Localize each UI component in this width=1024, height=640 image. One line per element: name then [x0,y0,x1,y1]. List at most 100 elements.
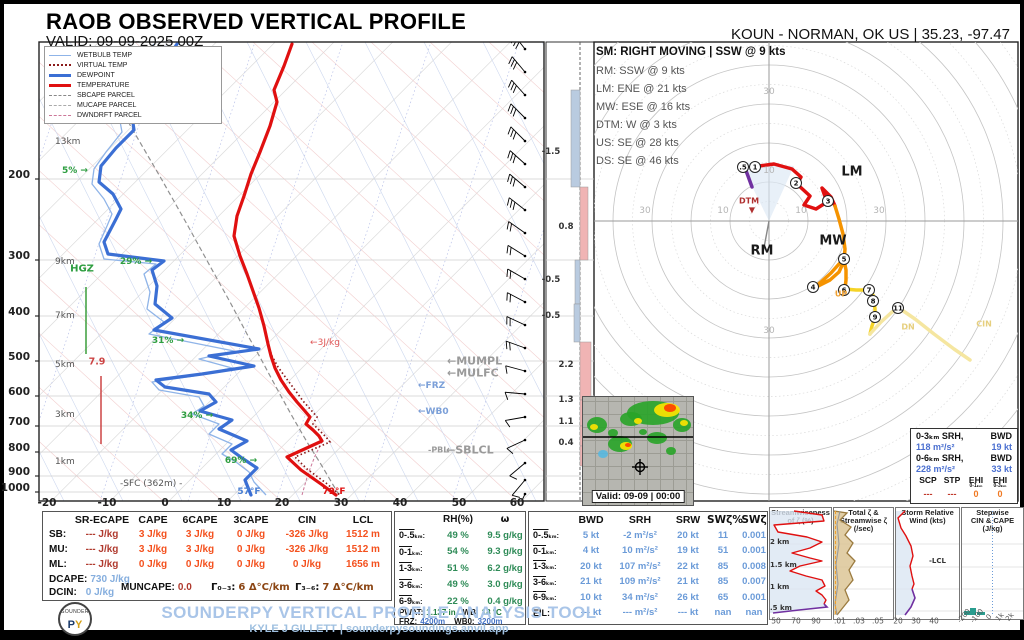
col-header: CIN [277,514,337,526]
chart-label: 10 [717,206,728,216]
legend-row: DWNDRFT PARCEL [49,110,217,120]
table-row: 1-3ₖₘ: 20 kt 107 m²/s² 22 kt 85 0.008 [529,559,767,575]
chart-label: .01 [834,617,846,626]
dcin-row: DCIN: 0 J/kg [49,587,114,598]
chart-label: -LCL [929,557,946,565]
temperature-line-icon [49,84,71,87]
virtual-line-icon [49,64,71,66]
table-row: 3-6ₖₘ: 21 kt 109 m²/s² 21 kt 85 0.007 [529,574,767,590]
dwndrft-line-icon [49,115,71,116]
table-row-ml: ML: --- J/kg 0 J/kg 0 J/kg 0 J/kg 0 J/kg… [43,557,391,572]
chart-label: 3km [55,410,75,420]
wetbulb-line-icon [49,55,71,56]
legend-row: TEMPERATURE [49,80,217,90]
chart-label: MW [819,234,846,249]
dewpoint-line-icon [49,74,71,77]
stp-col: STP--- [940,476,964,499]
chart-label: 31% → [152,336,184,346]
chart-label: 2.2 [558,360,573,370]
svg-text:5: 5 [842,255,847,263]
page-title: RAOB OBSERVED VERTICAL PROFILE [46,9,466,35]
legend-label: VIRTUAL TEMP [77,62,127,69]
chart-label: 30 [763,87,774,97]
scp-col: SCP--- [916,476,940,499]
chart-label: 2 km [770,538,789,546]
sm-line: DTM: W @ 3 kts [596,119,677,131]
chart-label: 800 [8,442,30,454]
sm-line: LM: ENE @ 21 kts [596,83,687,95]
col-header: SWζ% [707,514,739,526]
chart-label: -20 [38,497,57,509]
chart-label: 90 [811,617,821,626]
chart-label: ←FRZ [418,381,445,391]
chart-label: -10 [98,497,117,509]
chart-label: 600 [8,386,30,398]
chart-label: 30 [639,206,650,216]
chart-label: RM [751,244,774,259]
mucape-line-icon [49,105,71,106]
chart-label: 1km [55,457,75,467]
muncape-value: 0.0 [178,582,192,593]
svg-text:.5: .5 [739,163,747,171]
omega-header: ω [483,514,527,525]
legend-row: MUCAPE PARCEL [49,100,217,110]
sounderpy-logo: SOUNDER PY [58,602,92,636]
chart-label: 1 km [770,583,789,591]
chart-label: -0.5 [542,275,561,285]
sbcape-line-icon [49,95,71,96]
chart-label: 900 [8,466,30,478]
lapse-0-3-value: 6 Δ°C/km [238,582,289,593]
table-row-sb: SB: --- J/kg 3 J/kg 3 J/kg 0 J/kg -326 J… [43,527,391,542]
table-row: 0-1ₖₘ: 4 kt 10 m²/s² 19 kt 51 0.001 [529,543,767,559]
legend-label: MUCAPE PARCEL [77,102,136,109]
sm-line: SM: RIGHT MOVING | SSW @ 9 kts [596,46,786,58]
col-header: LCL [337,514,389,526]
chart-label: 5km [55,360,75,370]
lapse-3-6-value: 7 Δ°C/km [322,582,373,593]
lapse-0-3-row: Γ₀₋₃: 6 Δ°C/km [211,582,290,593]
chart-label: .03 [853,617,865,626]
chart-label: .5 km [770,604,792,612]
muncape-row: MUNCAPE: 0.0 [121,582,192,593]
svg-text:2: 2 [794,179,799,187]
chart-label: 200 [8,169,30,181]
chart-label: HGZ [70,264,94,275]
chart-label: 20 [275,497,290,509]
svg-text:7: 7 [867,286,872,294]
chart-label: .05 [872,617,884,626]
chart-label: 13km [55,137,80,147]
chart-label: 10 [217,497,232,509]
srh-0-6-label: 0-6ₖₘ SRH, [916,453,963,464]
legend-label: SBCAPE PARCEL [77,92,135,99]
table-row-mu: MU: --- J/kg 3 J/kg 3 J/kg 0 J/kg -326 J… [43,542,391,557]
chart-label: 40 [929,617,939,626]
chart-label: ←MULFC [447,367,499,380]
legend-row: WETBULB TEMP [49,50,217,60]
hodograph-stats-box: 0-3ₖₘ SRH,BWD 118 m²/s²19 kt 0-6ₖₘ SRH,B… [910,428,1018,504]
table-row: 3-6ₖₘ: 49 % 3.0 g/kg [395,577,525,594]
table-row: 0-.5ₖₘ: 49 % 9.5 g/kg [395,527,525,544]
table-row: 1-3ₖₘ: 51 % 6.2 g/kg [395,560,525,577]
svg-text:3: 3 [826,197,831,205]
footer-credit-link[interactable]: KYLE J GILLETT | sounderpysoundings.anvi… [114,623,644,635]
svg-text:9: 9 [873,313,878,321]
chart-label: 57°F [237,487,260,497]
chart-label: 30 [763,326,774,336]
ehi01-col: EHI0-1ₖₘ0 [964,476,988,499]
chart-label: ←SBLCL [446,444,494,457]
sm-line: DS: SE @ 46 kts [596,155,679,167]
chart-label: LM [841,165,862,180]
srh-0-3-value: 118 m²/s² [916,442,955,453]
stepwise-cin-cape-panel: StepwiseCIN & CAPE(J/kg) [961,507,1024,620]
bwd-label: BWD [991,431,1013,442]
skewt-legend: WETBULB TEMP VIRTUAL TEMP DEWPOINT TEMPE… [44,46,222,124]
legend-row: SBCAPE PARCEL [49,90,217,100]
chart-label: 30 [873,206,884,216]
srh-0-3-label: 0-3ₖₘ SRH, [916,431,963,442]
chart-label: 0.4 [558,438,573,448]
chart-label: 10 [795,206,806,216]
chart-label: 1.1 [558,417,573,427]
chart-label: 700 [8,416,30,428]
chart-label: 7km [55,311,75,321]
chart-label: 0 [161,497,168,509]
